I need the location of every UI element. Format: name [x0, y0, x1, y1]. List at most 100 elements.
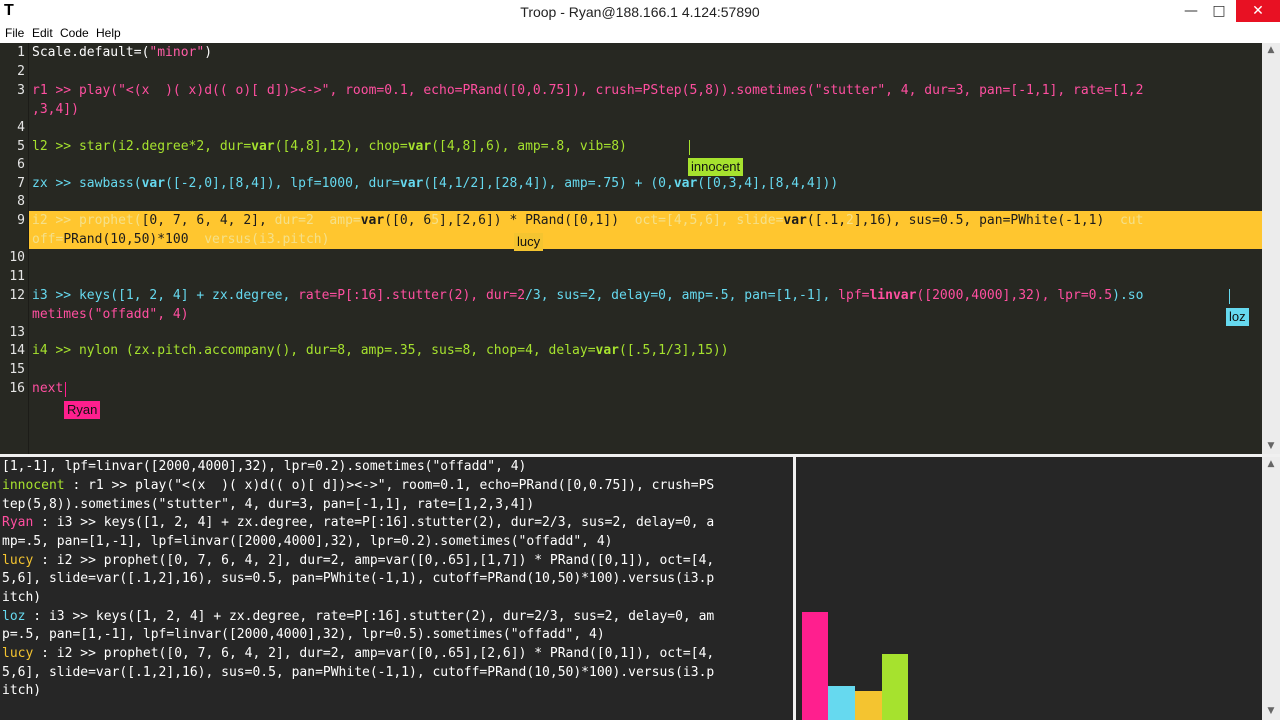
scroll-up-arrow-icon[interactable]: ▲: [1262, 459, 1280, 469]
console-scrollbar[interactable]: ▲ ▼: [1262, 457, 1280, 720]
ryan-activity-bar: [802, 612, 828, 720]
code-token: ([2000,4000],32), lpr=0.5: [916, 288, 1113, 303]
scroll-down-arrow-icon[interactable]: ▼: [1262, 441, 1280, 451]
code-token: ],[2,6]) * PRand([0,1]): [439, 213, 635, 228]
maximize-button[interactable]: □: [1202, 0, 1236, 22]
loz-cursor: [1229, 289, 1230, 304]
menu-file[interactable]: File: [5, 26, 24, 40]
line-number: 8: [17, 194, 25, 209]
code-token: dur=2 amp=: [274, 213, 361, 228]
code-token: ([4,8],6), amp=.8, vib=8): [431, 139, 627, 154]
code-line: l2 >> star(i2.degree*2, dur=var([4,8],12…: [32, 139, 627, 154]
line-number: 9: [17, 213, 25, 228]
code-token: "stutter": [814, 83, 886, 98]
code-token: i3 >> keys([1, 2, 4] + zx.degree,: [32, 288, 299, 303]
editor-scrollbar[interactable]: ▲ ▼: [1262, 43, 1280, 454]
console-line: lucy : i2 >> prophet([0, 7, 6, 4, 2], du…: [2, 646, 714, 661]
code-token: var: [399, 176, 424, 191]
code-token: var: [407, 139, 432, 154]
code-line: i4 >> nylon (zx.pitch.accompany(), dur=8…: [32, 343, 729, 358]
menu-code[interactable]: Code: [60, 26, 89, 40]
code-token: next: [32, 381, 64, 396]
console-line: loz : i3 >> keys([1, 2, 4] + zx.degree, …: [2, 609, 714, 624]
code-token: [0, 7, 6, 4, 2],: [141, 213, 275, 228]
code-token: var: [141, 176, 166, 191]
code-token: 2: [846, 213, 854, 228]
ryan-name-tag: Ryan: [64, 401, 101, 419]
code-line: ,3,4]): [32, 102, 79, 117]
menu-help[interactable]: Help: [96, 26, 121, 40]
console-line: itch): [2, 683, 42, 698]
code-token: play(: [78, 83, 119, 98]
code-token: zx >> sawbass(: [32, 176, 142, 191]
code-token: , room=0.1, echo=PRand([0,0.75]), crush=…: [329, 83, 815, 98]
lucy-activity-bar: [855, 691, 882, 720]
line-number: 13: [9, 325, 25, 340]
close-button[interactable]: ✕: [1236, 0, 1280, 22]
line-number: 15: [9, 362, 25, 377]
code-token: var: [360, 213, 385, 228]
innocent-name-tag: innocent: [688, 158, 744, 176]
code-token: var: [783, 213, 807, 228]
code-token: metimes("offadd", 4): [32, 307, 189, 322]
innocent-cursor: [689, 140, 690, 155]
line-number: 5: [17, 139, 25, 154]
line-number: 16: [9, 381, 25, 396]
console-text: : i3 >> keys([1, 2, 4] + zx.degree, rate…: [25, 609, 715, 624]
ryan-cursor: [65, 382, 66, 397]
console-user-name: loz: [2, 609, 26, 624]
console-user-name: innocent: [2, 478, 65, 493]
code-line: i2 >> prophet([0, 7, 6, 4, 2], dur=2 amp…: [32, 213, 1143, 228]
line-number: 14: [9, 343, 25, 358]
menu-edit[interactable]: Edit: [32, 26, 53, 40]
line-number: 2: [17, 64, 25, 79]
code-token: ).so: [1112, 288, 1144, 303]
code-token: var: [595, 343, 620, 358]
console-user-name: Ryan: [2, 515, 34, 530]
console-line: 5,6], slide=var([.1,2],16), sus=0.5, pan…: [2, 665, 715, 680]
code-token: cut: [1119, 213, 1144, 228]
console-line: tep(5,8)).sometimes("stutter", 4, dur=3,…: [2, 497, 535, 512]
code-editor[interactable]: 1 2 3 4 5 6 7 8 9 10 11 12 13 14 15 16 S…: [0, 43, 1280, 454]
console-line: itch): [2, 590, 42, 605]
code-line: metimes("offadd", 4): [32, 307, 189, 322]
console-text: : i3 >> keys([1, 2, 4] + zx.degree, rate…: [33, 515, 715, 530]
scroll-up-arrow-icon[interactable]: ▲: [1262, 45, 1280, 55]
code-token: PRand(10,50)*100: [63, 232, 205, 247]
code-token: Scale.default=(: [32, 45, 150, 60]
code-token: /3, sus=2, delay=0, amp=.5, pan=[1,-1],: [525, 288, 839, 303]
code-token: rate=P[:16].stutter(2), dur=2: [298, 288, 526, 303]
code-token: ([.1,: [806, 213, 847, 228]
code-token: ([-2,0],[8,4]), lpf=1000, dur=: [165, 176, 400, 191]
console-line: Ryan : i3 >> keys([1, 2, 4] + zx.degree,…: [2, 515, 714, 530]
code-token: "minor": [149, 45, 205, 60]
code-token: ([4,1/2],[28,4]), amp=.75) + (0,: [423, 176, 674, 191]
scroll-down-arrow-icon[interactable]: ▼: [1262, 706, 1280, 716]
loz-activity-bar: [828, 686, 855, 720]
code-token: 5: [431, 213, 440, 228]
code-token: ([4,8],12), chop=: [274, 139, 408, 154]
line-number: 6: [17, 157, 25, 172]
console-user-name: lucy: [2, 553, 34, 568]
console-output: [1,-1], lpf=linvar([2000,4000],32), lpr=…: [0, 457, 793, 720]
window-title: Troop - Ryan@188.166.1 4.124:57890: [520, 4, 760, 20]
code-token: linvar: [869, 288, 917, 303]
code-token: var: [251, 139, 275, 154]
console-text: : r1 >> play("<(x )( x)d(( o)[ d])><->",…: [64, 478, 715, 493]
code-line: Scale.default=("minor"): [32, 45, 212, 60]
console-text: : i2 >> prophet([0, 7, 6, 4, 2], dur=2, …: [33, 646, 715, 661]
code-token: ,3,4]): [32, 102, 79, 117]
code-token: ): [204, 45, 213, 60]
code-token: var: [673, 176, 698, 191]
line-number: 12: [9, 288, 25, 303]
code-line: i3 >> keys([1, 2, 4] + zx.degree, rate=P…: [32, 288, 1143, 303]
code-token: oct=[4,5,6], slide=: [634, 213, 784, 228]
console-line: mp=.5, pan=[1,-1], lpf=linvar([2000,4000…: [2, 534, 613, 549]
activity-meter: [796, 457, 1262, 720]
title-bar: T Troop - Ryan@188.166.1 4.124:57890 — □…: [0, 0, 1280, 24]
code-token: ([0,3,4],[8,4,4])): [697, 176, 839, 191]
console-line: [1,-1], lpf=linvar([2000,4000],32), lpr=…: [2, 459, 527, 474]
console-line: lucy : i2 >> prophet([0, 7, 6, 4, 2], du…: [2, 553, 714, 568]
code-line: next: [32, 381, 63, 396]
menu-bar: File Edit Code Help: [0, 24, 1280, 43]
